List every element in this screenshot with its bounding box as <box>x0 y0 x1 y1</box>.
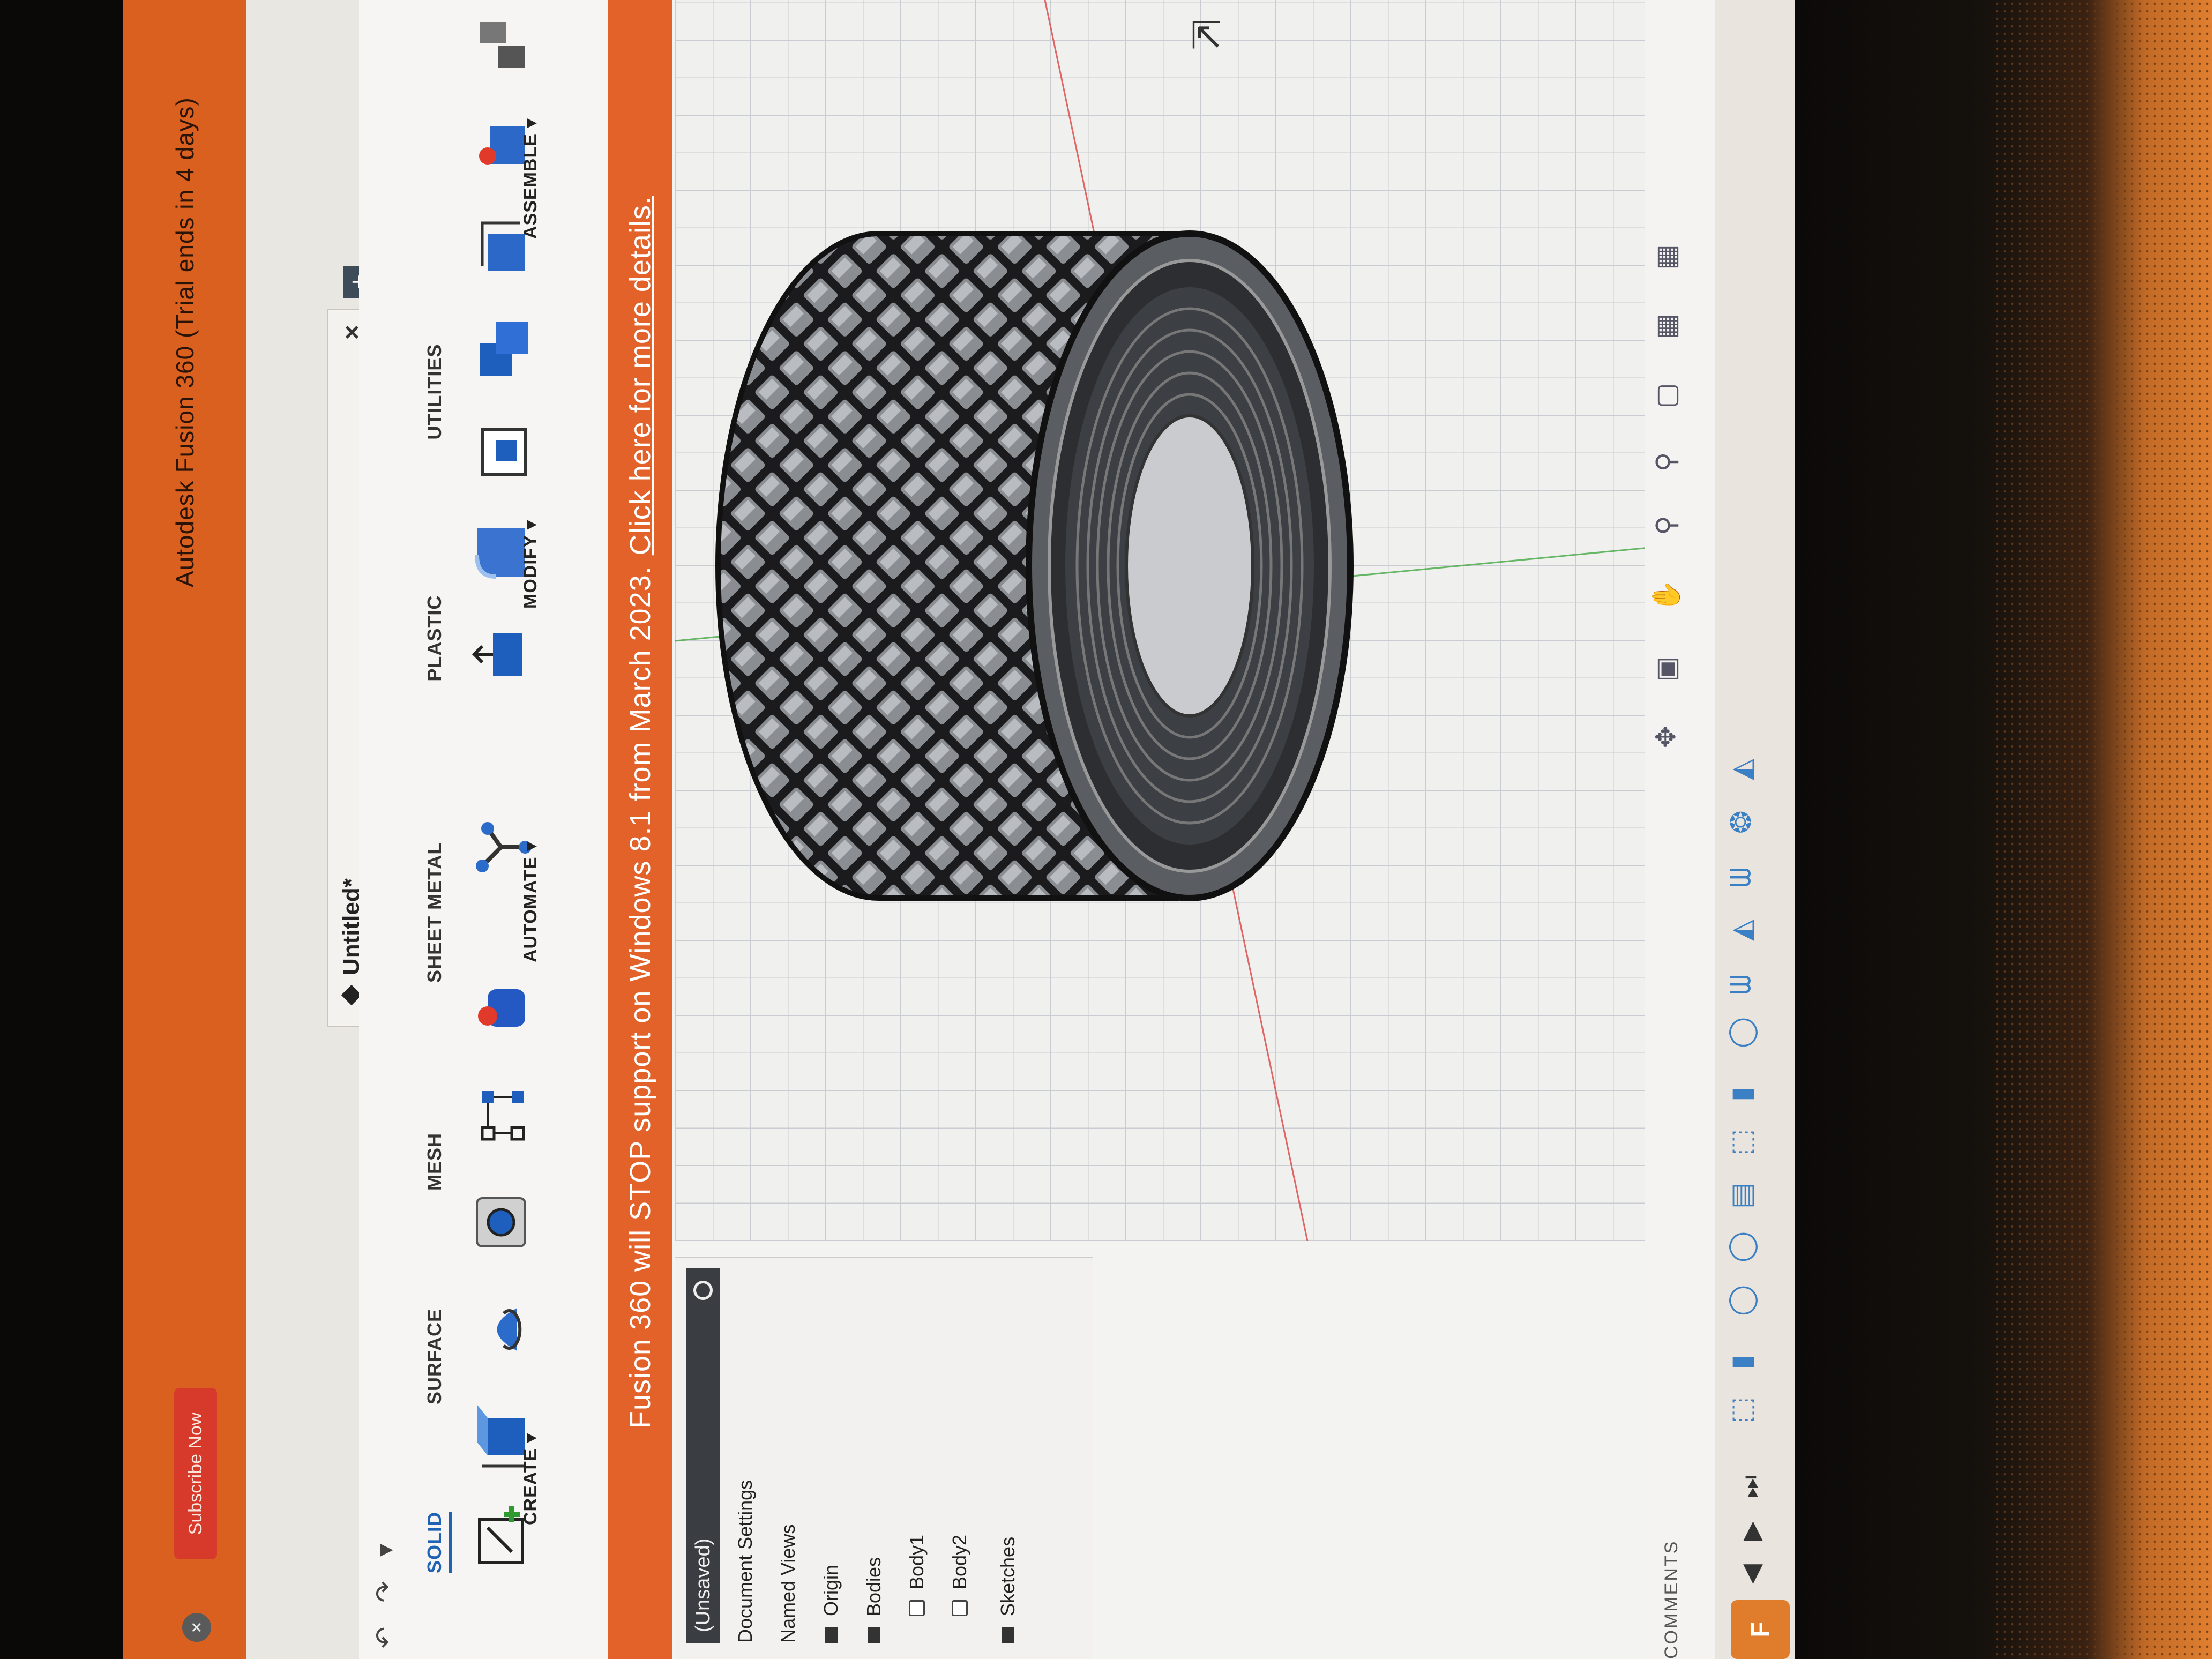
navigation-bar: COMMENTS ✥ ▣ ✋ ⚲ ⚲ ▢ ▦ ▦ <box>1645 0 1715 1659</box>
window-title: Autodesk Fusion 360 (Trial ends in 4 day… <box>171 97 199 587</box>
browser-item-label: Body2 <box>948 1534 970 1589</box>
body-visibility-icon[interactable] <box>909 1600 925 1616</box>
browser-root-node[interactable]: (Unsaved) <box>686 1268 720 1643</box>
tool-row <box>466 0 557 1595</box>
browser-panel: (Unsaved) Document Settings Named Views … <box>675 1257 1093 1659</box>
browser-item-label: Origin <box>820 1564 842 1616</box>
press-pull-icon[interactable] <box>466 619 536 689</box>
revolve-icon[interactable] <box>466 1295 536 1364</box>
browser-item-label: Sketches <box>997 1536 1019 1616</box>
create-base-feature-icon[interactable] <box>466 973 536 1043</box>
browser-item-label: Body1 <box>906 1534 928 1589</box>
folder-icon <box>825 1627 838 1643</box>
tab-sheet-metal[interactable]: SHEET METAL <box>423 842 452 983</box>
comments-label[interactable]: COMMENTS <box>1661 1540 1682 1659</box>
draft-feature-icon[interactable]: ◭ <box>1725 759 1758 780</box>
timeline-end-icon[interactable]: ⏭ <box>1736 1475 1766 1498</box>
extrude-feature-icon[interactable]: ▮ <box>1725 1354 1758 1370</box>
revolve-feature-icon[interactable]: ◯ <box>1725 1285 1758 1316</box>
revolve-feature-icon[interactable]: ◯ <box>1725 1017 1758 1048</box>
body-visibility-icon[interactable] <box>952 1600 968 1616</box>
revolve-feature-icon[interactable]: ◯ <box>1725 1231 1758 1262</box>
tab-surface[interactable]: SURFACE <box>423 1309 452 1404</box>
browser-item-bodies[interactable]: Bodies <box>863 1557 885 1643</box>
browser-item-body2[interactable]: Body2 <box>948 1535 971 1616</box>
timeline-play-icon[interactable]: ▶ <box>1736 1521 1766 1541</box>
modify-menu[interactable]: MODIFY ▾ <box>520 520 541 609</box>
folder-icon <box>1002 1627 1014 1643</box>
tab-utilities[interactable]: UTILITIES <box>423 344 452 440</box>
shell-icon[interactable] <box>466 416 536 485</box>
sketch-feature-icon[interactable]: ⬚ <box>1725 1397 1758 1423</box>
browser-item-label: Document Settings <box>734 1479 756 1643</box>
mode-tabs: SOLID SURFACE MESH SHEET METAL PLASTIC U… <box>423 301 452 1573</box>
browser-item-origin[interactable]: Origin <box>820 1565 842 1643</box>
document-tab-strip: Untitled* × + <box>246 0 375 1659</box>
draft-feature-icon[interactable]: ◭ <box>1725 920 1758 941</box>
pattern-feature-icon[interactable]: ᗯ <box>1725 867 1758 887</box>
tyre-model[interactable] <box>675 0 1795 1241</box>
active-component-icon[interactable] <box>693 1281 713 1300</box>
browser-item-sketches[interactable]: Sketches <box>997 1537 1019 1643</box>
fusion-360-window: Autodesk Fusion 360 (Trial ends in 4 day… <box>123 0 1795 1659</box>
assemble-menu[interactable]: ASSEMBLE ▾ <box>520 118 541 239</box>
pattern-feature-icon[interactable]: ▤ <box>1725 1183 1758 1209</box>
tab-plastic[interactable]: PLASTIC <box>423 595 452 682</box>
browser-item-document-settings[interactable]: Document Settings <box>734 1480 757 1643</box>
browser-item-label: Bodies <box>863 1557 885 1616</box>
pattern-feature-icon[interactable]: ᗯ <box>1725 974 1758 995</box>
combine-icon[interactable] <box>466 314 536 384</box>
browser-root-label: (Unsaved) <box>691 1538 714 1632</box>
fusion-360-logo: F <box>1731 1600 1790 1659</box>
announcement-banner: Fusion 360 will STOP support on Windows … <box>608 0 672 1659</box>
automate-menu[interactable]: AUTOMATE ▾ <box>520 841 541 962</box>
speaker-grille <box>1993 0 2212 1659</box>
tyre-hub-opening <box>1125 414 1254 718</box>
create-menu[interactable]: CREATE ▾ <box>520 1433 541 1525</box>
hole-icon[interactable] <box>466 1187 536 1257</box>
joint-icon[interactable] <box>466 9 536 78</box>
folder-icon <box>868 1627 880 1643</box>
browser-item-label: Named Views <box>777 1524 799 1643</box>
banner-details-link[interactable]: Click here for more details. <box>624 196 657 555</box>
sketch-feature-icon[interactable]: ⬚ <box>1725 1129 1758 1155</box>
tab-mesh[interactable]: MESH <box>423 1133 452 1191</box>
toolbar-ribbon: ↶ ↷ ▾ SOLID SURFACE MESH SHEET METAL PLA… <box>359 0 611 1659</box>
browser-item-named-views[interactable]: Named Views <box>777 1525 799 1643</box>
banner-message: Fusion 360 will STOP support on Windows … <box>624 566 656 1429</box>
timeline-bar: ⏮ ◀ ▶ ⏭ ⬚ ▮ ◯ ◯ ▤ ⬚ ▮ ◯ ᗯ ◭ ᗯ ❂ ◭ <box>1715 0 1795 1659</box>
monitor-bezel-left <box>0 0 123 1659</box>
subscribe-now-button[interactable]: Subscribe Now <box>174 1388 217 1559</box>
undo-redo-icons[interactable]: ↶ ↷ ▾ <box>370 1535 400 1648</box>
browser-item-body1[interactable]: Body1 <box>906 1535 928 1616</box>
circular-pattern-icon[interactable]: ❂ <box>1725 810 1758 834</box>
mouse-cursor-icon: ⇱ <box>1190 14 1222 57</box>
tab-solid[interactable]: SOLID <box>423 1511 452 1573</box>
extrude-feature-icon[interactable]: ▮ <box>1725 1086 1758 1102</box>
form-icon[interactable] <box>466 1080 536 1150</box>
3d-viewport[interactable] <box>675 0 1795 1241</box>
timeline-back-icon[interactable]: ◀ <box>1736 1564 1766 1584</box>
close-window-icon[interactable]: ✕ <box>182 1613 211 1642</box>
viewport-display-icons[interactable]: ✥ ▣ ✋ ⚲ ⚲ ▢ ▦ ▦ <box>1650 226 1682 748</box>
